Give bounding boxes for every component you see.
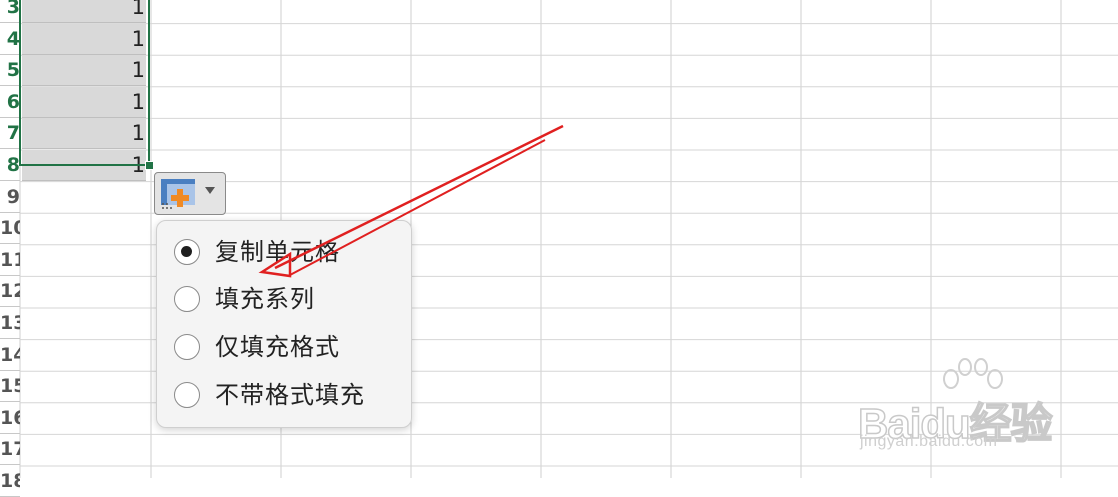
menu-item-label: 复制单元格 [215,238,340,266]
cell[interactable]: 1 [22,0,146,23]
menu-item-copy-cells[interactable]: 复制单元格 [157,229,411,275]
autofill-options-menu: 复制单元格 填充系列 仅填充格式 不带格式填充 [156,220,412,428]
radio-fill-series[interactable] [174,286,200,312]
menu-item-fill-formatting-only[interactable]: 仅填充格式 [157,324,411,370]
radio-fill-without-formatting[interactable] [174,382,200,408]
row-header[interactable]: 10 [0,213,20,245]
row-header[interactable]: 18 [0,466,20,497]
row-header[interactable]: 12 [0,276,20,308]
row-header[interactable]: 15 [0,371,20,403]
row-header[interactable]: 6 [0,87,20,118]
autofill-options-button[interactable] [154,172,226,215]
row-header[interactable]: 9 [0,182,20,213]
row-header[interactable]: 13 [0,308,20,339]
baidu-watermark: Baidu经验 jingyan.baidu.com [840,355,1065,455]
cell[interactable]: 1 [22,23,146,55]
watermark-url: jingyan.baidu.com [860,433,998,450]
cell[interactable]: 1 [22,86,146,118]
cell[interactable]: 1 [22,55,146,87]
autofill-options-icon [161,179,195,209]
cell[interactable]: 1 [22,150,146,181]
cell[interactable]: 1 [22,118,146,150]
row-header[interactable]: 5 [0,55,20,87]
row-header[interactable]: 11 [0,245,20,276]
row-header[interactable]: 16 [0,403,20,434]
menu-item-label: 不带格式填充 [215,381,365,409]
menu-item-fill-series[interactable]: 填充系列 [157,276,411,322]
radio-copy-cells[interactable] [174,239,200,265]
menu-item-label: 填充系列 [215,285,315,313]
row-header[interactable]: 17 [0,434,20,466]
row-header[interactable]: 14 [0,340,20,371]
row-header[interactable]: 3 [0,0,20,23]
row-header[interactable]: 8 [0,150,20,181]
row-header[interactable]: 7 [0,118,20,150]
menu-item-label: 仅填充格式 [215,333,340,361]
paw-logo-icon [943,358,1003,389]
menu-item-fill-without-formatting[interactable]: 不带格式填充 [157,372,411,418]
fill-handle[interactable] [145,161,154,170]
row-header[interactable]: 4 [0,24,20,55]
radio-fill-formatting-only[interactable] [174,334,200,360]
chevron-down-icon [205,187,215,194]
